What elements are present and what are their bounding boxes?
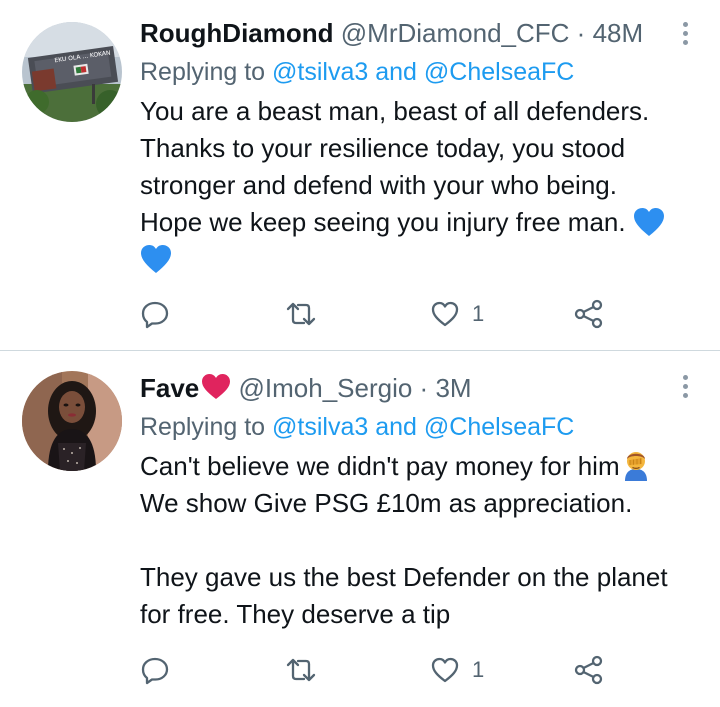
share-icon (573, 655, 605, 685)
user-handle[interactable]: @Imoh_Sergio (239, 373, 413, 403)
retweet-icon (285, 655, 317, 685)
mention-and[interactable]: and (375, 58, 417, 86)
replying-to: Replying to @tsilva3 and @ChelseaFC (140, 57, 574, 87)
tweet-text-line: stronger and defend with your who being. (140, 170, 617, 200)
tweet-actions: 1 (140, 650, 720, 690)
tweet-header: RoughDiamond @MrDiamond_CFC · 48M (140, 18, 643, 48)
retweet-button[interactable] (285, 294, 317, 334)
mention-link[interactable]: @ChelseaFC (424, 58, 574, 86)
separator-dot: · (419, 373, 429, 403)
tweet-text-segment: Can't believe we didn't pay money for hi… (140, 451, 620, 481)
tweet-header: Fave @Imoh_Sergio · 3M (140, 373, 472, 403)
blue-heart-icon (633, 207, 665, 237)
like-icon (430, 299, 460, 329)
tweet-text-line (140, 522, 710, 559)
reply-icon (140, 655, 170, 685)
tweet-text-line (140, 241, 710, 278)
replying-to: Replying to @tsilva3 and @ChelseaFC (140, 412, 574, 442)
tweet-text: Can't believe we didn't pay money for hi… (140, 448, 710, 633)
share-icon (573, 299, 605, 329)
replying-to-label: Replying to (140, 58, 266, 86)
display-name[interactable]: RoughDiamond (140, 18, 334, 48)
reply-button[interactable] (140, 650, 170, 690)
facepalm-icon (620, 449, 652, 481)
tweet-text: You are a beast man, beast of all defend… (140, 93, 710, 278)
like-icon (430, 655, 460, 685)
tweet-text-line: Thanks to your resilience today, you sto… (140, 133, 626, 163)
mention-link[interactable]: @tsilva3 (272, 413, 368, 441)
like-count: 1 (472, 657, 485, 682)
like-button[interactable]: 1 (430, 294, 484, 334)
tweet-text-segment: Hope we keep seeing you injury free man. (140, 207, 626, 237)
more-icon[interactable] (682, 22, 690, 46)
avatar[interactable] (22, 371, 122, 471)
reply-icon (140, 299, 170, 329)
blue-heart-icon (140, 244, 172, 274)
mention-and[interactable]: and (375, 413, 417, 441)
tweet[interactable]: Fave @Imoh_Sergio · 3M Replying to @tsil… (0, 351, 720, 707)
share-button[interactable] (573, 294, 605, 334)
tweet-text-line: for free. They deserve a tip (140, 599, 451, 629)
more-icon[interactable] (682, 375, 690, 399)
reply-button[interactable] (140, 294, 170, 334)
tweet-text-line: Hope we keep seeing you injury free man. (140, 204, 710, 241)
tweet[interactable]: EKU OLA ... KOKAN RoughDiamond @MrDiamon… (0, 0, 720, 350)
timestamp[interactable]: 3M (435, 373, 471, 403)
tweet-text-line: Can't believe we didn't pay money for hi… (140, 448, 710, 485)
like-button[interactable]: 1 (430, 650, 484, 690)
tweet-actions: 1 (140, 294, 720, 334)
tweet-text-line: They gave us the best Defender on the pl… (140, 562, 668, 592)
separator-dot: · (576, 18, 586, 48)
share-button[interactable] (573, 650, 605, 690)
tweet-text-line: We show Give PSG £10m as appreciation. (140, 488, 633, 518)
timestamp[interactable]: 48M (593, 18, 644, 48)
retweet-button[interactable] (285, 650, 317, 690)
user-handle[interactable]: @MrDiamond_CFC (341, 18, 570, 48)
red-heart-icon (201, 373, 231, 400)
like-count: 1 (472, 301, 485, 326)
tweet-text-line: You are a beast man, beast of all defend… (140, 96, 650, 126)
mention-link[interactable]: @ChelseaFC (424, 413, 574, 441)
replying-to-label: Replying to (140, 413, 266, 441)
avatar[interactable]: EKU OLA ... KOKAN (22, 22, 122, 122)
display-name[interactable]: Fave (140, 373, 199, 403)
mention-link[interactable]: @tsilva3 (272, 58, 368, 86)
retweet-icon (285, 299, 317, 329)
